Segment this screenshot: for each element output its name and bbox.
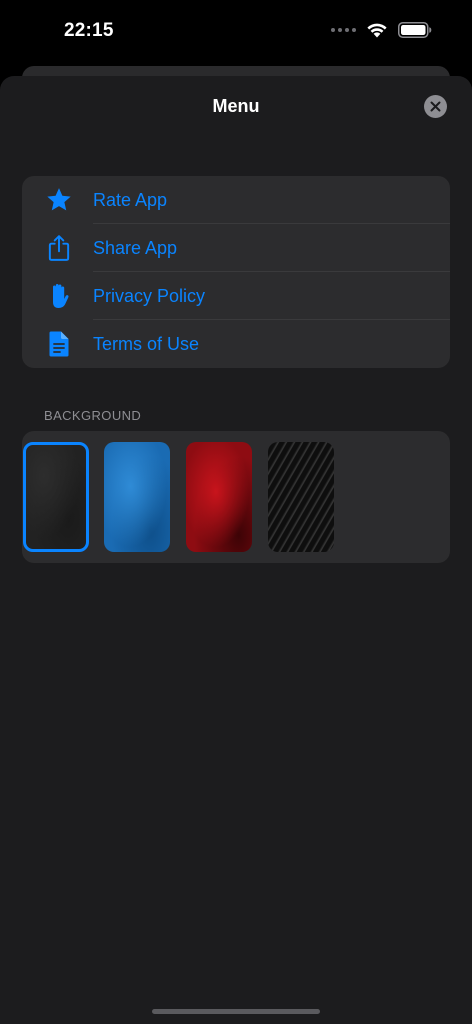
menu-sheet: Menu Rate App Share App Privacy Policy T… — [0, 76, 472, 1024]
status-bar: 22:15 — [0, 0, 472, 64]
battery-icon — [398, 22, 432, 38]
background-swatch-red[interactable] — [186, 442, 252, 552]
wifi-icon — [367, 23, 387, 38]
hand-raised-icon — [44, 281, 74, 311]
menu-item-label: Share App — [93, 237, 178, 258]
status-indicators — [331, 22, 432, 38]
screen: 22:15 Menu Rate App Share App Privacy Po… — [0, 0, 472, 1024]
menu-item-share-app[interactable]: Share App — [22, 224, 450, 272]
document-icon — [44, 329, 74, 359]
cellular-signal-icon — [331, 28, 356, 32]
menu-item-label: Privacy Policy — [93, 285, 206, 306]
background-section-header: BACKGROUND — [44, 408, 142, 423]
menu-item-label: Terms of Use — [93, 333, 200, 354]
close-icon — [430, 101, 441, 112]
background-swatch-black[interactable] — [23, 442, 89, 552]
status-time: 22:15 — [64, 20, 114, 41]
background-swatch-carbon-stripes[interactable] — [268, 442, 334, 552]
menu-item-label: Rate App — [93, 189, 168, 210]
share-icon — [44, 233, 74, 263]
background-swatch-blue[interactable] — [104, 442, 170, 552]
sheet-title: Menu — [212, 96, 260, 116]
menu-item-terms-of-use[interactable]: Terms of Use — [22, 320, 450, 368]
home-indicator — [152, 1009, 320, 1014]
star-icon — [44, 185, 74, 215]
menu-list: Rate App Share App Privacy Policy Terms … — [22, 176, 450, 368]
close-button[interactable] — [424, 95, 447, 118]
background-picker — [22, 431, 450, 563]
menu-item-privacy-policy[interactable]: Privacy Policy — [22, 272, 450, 320]
menu-item-rate-app[interactable]: Rate App — [22, 176, 450, 224]
